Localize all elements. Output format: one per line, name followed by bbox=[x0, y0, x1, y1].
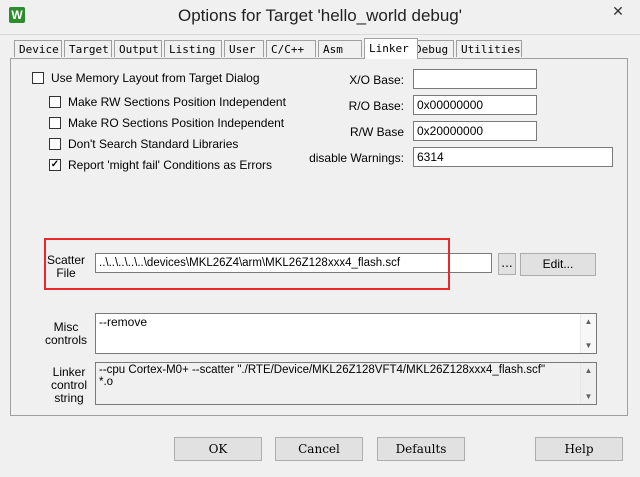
scatter-highlight-box bbox=[44, 238, 450, 290]
tab-listing[interactable]: Listing bbox=[164, 40, 222, 57]
dont-search-label: Don't Search Standard Libraries bbox=[68, 137, 239, 151]
rw-base-label: R/W Base bbox=[349, 125, 404, 139]
report-might-fail-option[interactable]: ✓ Report 'might fail' Conditions as Erro… bbox=[49, 157, 272, 173]
dont-search-checkbox[interactable] bbox=[49, 138, 61, 150]
ok-button[interactable]: OK bbox=[174, 437, 262, 461]
ro-base-label: R/O Base: bbox=[348, 99, 404, 113]
defaults-button[interactable]: Defaults bbox=[377, 437, 465, 461]
linker-string-scrollbar[interactable]: ▲ ▼ bbox=[580, 363, 596, 404]
cancel-button[interactable]: Cancel bbox=[275, 437, 363, 461]
tab-asm[interactable]: Asm bbox=[318, 40, 362, 57]
close-icon[interactable]: ✕ bbox=[602, 0, 634, 22]
tab-device[interactable]: Device bbox=[14, 40, 62, 57]
scroll-up-icon[interactable]: ▲ bbox=[581, 317, 596, 326]
scroll-down-icon[interactable]: ▼ bbox=[581, 341, 596, 350]
misc-controls-label: Misc controls bbox=[44, 320, 88, 347]
rw-base-input[interactable]: 0x20000000 bbox=[413, 121, 537, 141]
make-ro-option[interactable]: Make RO Sections Position Independent bbox=[49, 115, 284, 131]
report-might-fail-checkbox[interactable]: ✓ bbox=[49, 159, 61, 171]
make-rw-checkbox[interactable] bbox=[49, 96, 61, 108]
scroll-up-icon[interactable]: ▲ bbox=[581, 366, 596, 375]
use-memory-layout-option[interactable]: Use Memory Layout from Target Dialog bbox=[32, 70, 260, 86]
tab-output[interactable]: Output bbox=[114, 40, 162, 57]
dont-search-option[interactable]: Don't Search Standard Libraries bbox=[49, 136, 238, 152]
tab-linker[interactable]: Linker bbox=[364, 38, 418, 59]
tab-c-cpp[interactable]: C/C++ bbox=[266, 40, 316, 57]
linker-control-string-label: Linker control string bbox=[50, 365, 88, 405]
scroll-down-icon[interactable]: ▼ bbox=[581, 392, 596, 401]
make-rw-option[interactable]: Make RW Sections Position Independent bbox=[49, 94, 286, 110]
use-memory-layout-label: Use Memory Layout from Target Dialog bbox=[51, 71, 260, 85]
tab-utilities[interactable]: Utilities bbox=[456, 40, 522, 57]
window-title: Options for Target 'hello_world debug' bbox=[177, 6, 463, 25]
linker-string-line-1: --cpu Cortex-M0+ --scatter "./RTE/Device… bbox=[99, 364, 546, 376]
ro-base-input[interactable]: 0x00000000 bbox=[413, 95, 537, 115]
help-button[interactable]: Help bbox=[535, 437, 623, 461]
xo-base-label: X/O Base: bbox=[349, 73, 404, 87]
use-memory-layout-checkbox[interactable] bbox=[32, 72, 44, 84]
misc-controls-text: --remove bbox=[99, 315, 148, 329]
make-ro-checkbox[interactable] bbox=[49, 117, 61, 129]
report-might-fail-label: Report 'might fail' Conditions as Errors bbox=[68, 158, 272, 172]
misc-scrollbar[interactable]: ▲ ▼ bbox=[580, 314, 596, 353]
misc-controls-textarea[interactable]: --remove ▲ ▼ bbox=[95, 313, 597, 354]
tab-target[interactable]: Target bbox=[64, 40, 112, 57]
tab-user[interactable]: User bbox=[224, 40, 264, 57]
scatter-browse-button[interactable]: ... bbox=[498, 253, 516, 275]
xo-base-input[interactable] bbox=[413, 69, 537, 89]
disable-warnings-label: disable Warnings: bbox=[309, 151, 404, 165]
scatter-edit-button[interactable]: Edit... bbox=[520, 253, 596, 276]
make-ro-label: Make RO Sections Position Independent bbox=[68, 116, 285, 130]
disable-warnings-input[interactable]: 6314 bbox=[413, 147, 613, 167]
title-bar: W Options for Target 'hello_world debug'… bbox=[0, 0, 640, 35]
make-rw-label: Make RW Sections Position Independent bbox=[68, 95, 286, 109]
linker-control-string-textarea[interactable]: --cpu Cortex-M0+ --scatter "./RTE/Device… bbox=[95, 362, 597, 405]
linker-string-line-2: *.o bbox=[99, 376, 114, 388]
